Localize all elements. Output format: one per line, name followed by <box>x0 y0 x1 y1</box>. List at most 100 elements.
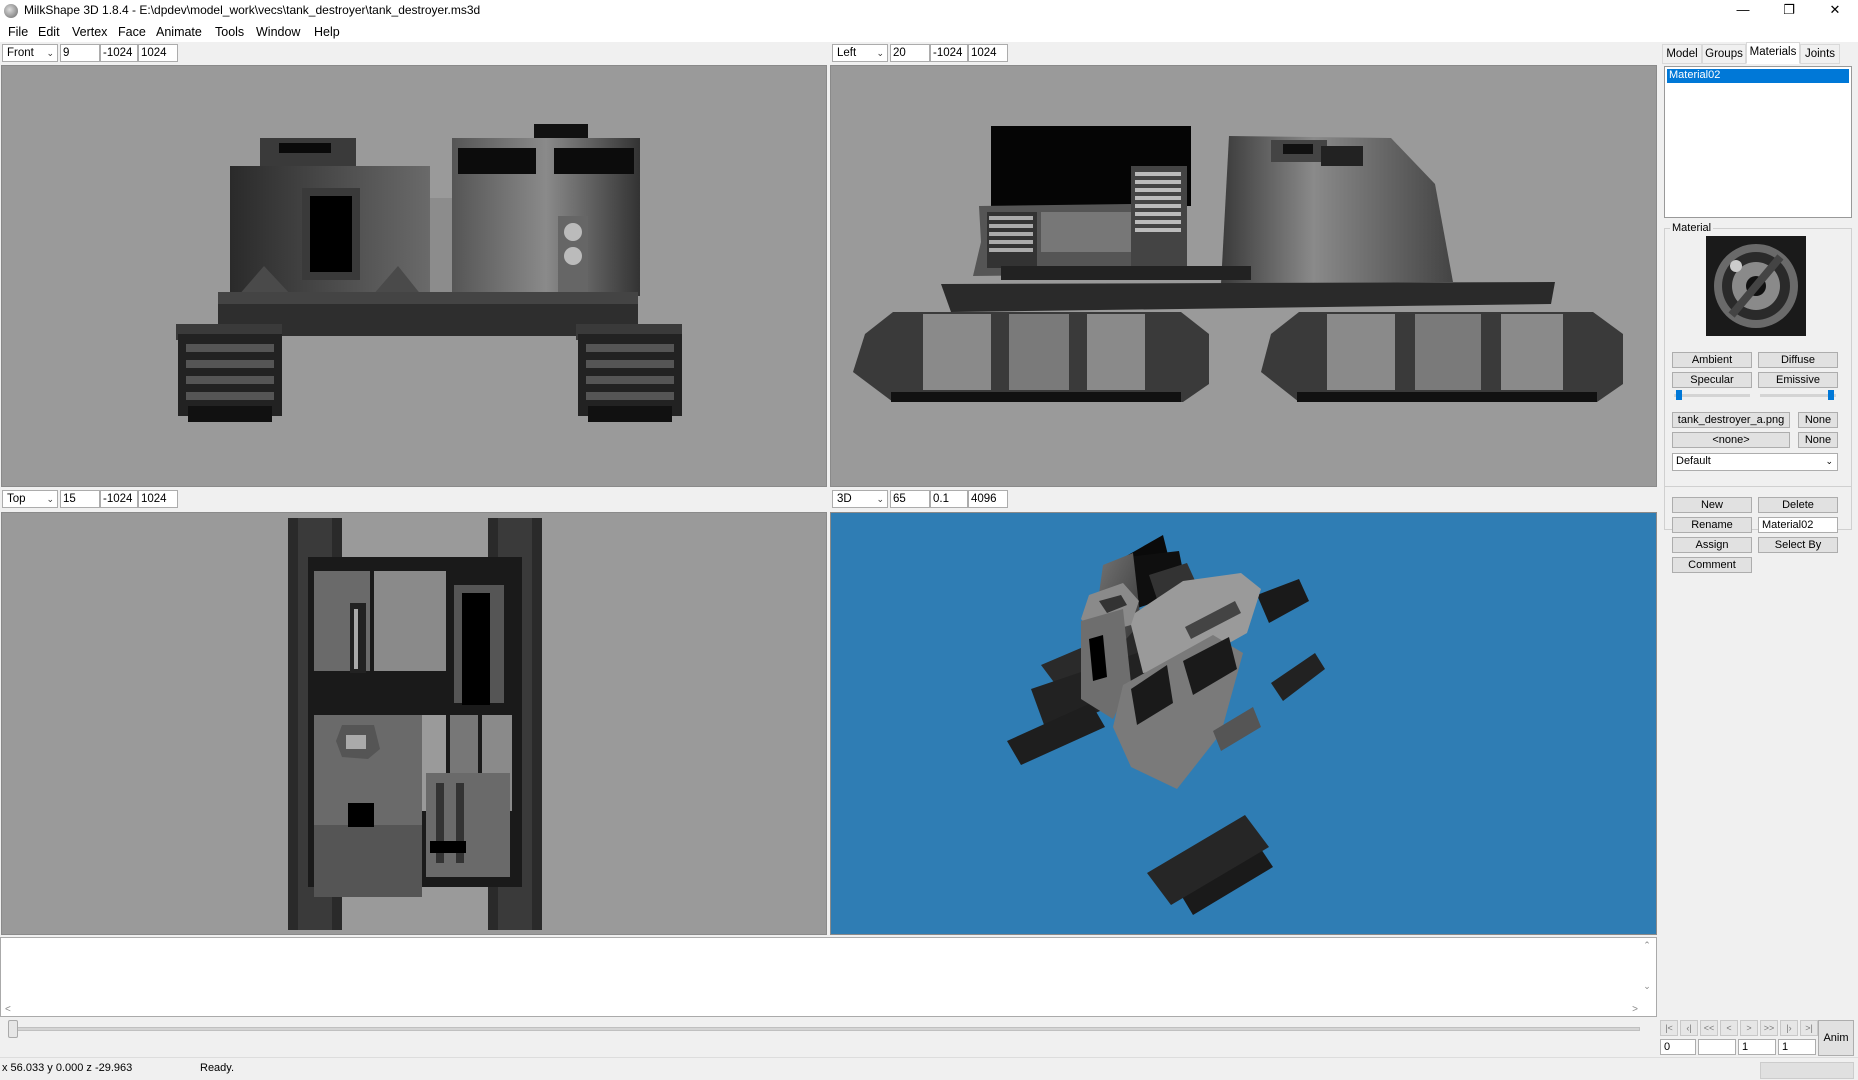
material-name-field[interactable]: Material02 <box>1758 517 1838 533</box>
front-view-value-3[interactable]: 1024 <box>138 44 178 62</box>
ambient-button[interactable]: Ambient <box>1672 352 1752 368</box>
tab-materials[interactable]: Materials <box>1746 42 1800 64</box>
materials-list[interactable]: Material02 <box>1664 66 1852 218</box>
right-panel: Model Groups Materials Joints Material02… <box>1660 42 1858 1057</box>
console-scrollbar[interactable]: ⌃ ⌄ <box>1640 940 1654 1014</box>
diffuse-button[interactable]: Diffuse <box>1758 352 1838 368</box>
anim-last-icon[interactable]: >| <box>1800 1020 1818 1036</box>
top-viewport[interactable] <box>1 512 827 935</box>
coordinates-readout: x 56.033 y 0.000 z -29.963 <box>2 1062 133 1074</box>
top-view-tank <box>288 518 542 930</box>
shininess-slider-handle[interactable] <box>1676 390 1682 400</box>
timeline-track[interactable] <box>10 1027 1640 1031</box>
title-bar: MilkShape 3D 1.8.4 - E:\dpdev\model_work… <box>0 0 1858 22</box>
menu-window[interactable]: Window <box>256 25 300 39</box>
material-group-label: Material <box>1670 222 1714 234</box>
comment-material-button[interactable]: Comment <box>1672 557 1752 573</box>
anim-next-key-icon[interactable]: |› <box>1780 1020 1798 1036</box>
assign-material-button[interactable]: Assign <box>1672 537 1752 553</box>
alphamap-none-button[interactable]: None <box>1798 432 1838 448</box>
top-view-value-3[interactable]: 1024 <box>138 490 178 508</box>
left-view-value-2[interactable]: -1024 <box>930 44 968 62</box>
rename-material-button[interactable]: Rename <box>1672 517 1752 533</box>
front-view-value-2[interactable]: -1024 <box>100 44 138 62</box>
timeline-slider-handle[interactable] <box>8 1020 18 1038</box>
top-view-value-1[interactable]: 15 <box>60 490 100 508</box>
persp-view-select[interactable]: 3D ⌄ <box>832 490 888 508</box>
top-viewport-header: Top ⌄ 15 -1024 1024 <box>0 489 828 510</box>
left-view-value-3[interactable]: 1024 <box>968 44 1008 62</box>
anim-frame-field[interactable]: 0 <box>1660 1039 1696 1055</box>
chevron-down-icon: ⌄ <box>876 48 884 58</box>
menu-tools[interactable]: Tools <box>215 25 244 39</box>
status-message: Ready. <box>200 1062 235 1074</box>
emissive-button[interactable]: Emissive <box>1758 372 1838 388</box>
menu-vertex[interactable]: Vertex <box>72 25 107 39</box>
tab-groups[interactable]: Groups <box>1702 44 1746 64</box>
chevron-down-icon: ⌄ <box>46 48 54 58</box>
persp-view-value-3[interactable]: 4096 <box>968 490 1008 508</box>
anim-end-field[interactable]: 1 <box>1778 1039 1816 1055</box>
anim-button[interactable]: Anim <box>1818 1020 1854 1056</box>
persp-view-tank <box>1007 535 1325 915</box>
top-view-select[interactable]: Top ⌄ <box>2 490 58 508</box>
left-viewport[interactable] <box>830 65 1657 487</box>
texture-none-button[interactable]: None <box>1798 412 1838 428</box>
chevron-down-icon: ⌄ <box>1825 456 1833 466</box>
chevron-down-icon: ⌄ <box>46 494 54 504</box>
front-viewport[interactable] <box>1 65 827 487</box>
console-output[interactable]: ⌃ ⌄ < > <box>0 937 1657 1017</box>
delete-material-button[interactable]: Delete <box>1758 497 1838 513</box>
anim-start-field[interactable]: 1 <box>1738 1039 1776 1055</box>
menu-file[interactable]: File <box>8 25 28 39</box>
alphamap-button[interactable]: <none> <box>1672 432 1790 448</box>
tab-joints[interactable]: Joints <box>1800 44 1840 64</box>
anim-field-2[interactable] <box>1698 1039 1736 1055</box>
transparency-slider-handle[interactable] <box>1828 390 1834 400</box>
front-view-value-1[interactable]: 9 <box>60 44 100 62</box>
timeline-bar <box>0 1017 1657 1057</box>
left-view-value-1[interactable]: 20 <box>890 44 930 62</box>
front-viewport-header: Front ⌄ 9 -1024 1024 <box>0 43 828 64</box>
window-title: MilkShape 3D 1.8.4 - E:\dpdev\model_work… <box>24 3 481 17</box>
left-view-select[interactable]: Left ⌄ <box>832 44 888 62</box>
persp-viewport[interactable] <box>830 512 1657 935</box>
top-view-value-2[interactable]: -1024 <box>100 490 138 508</box>
menu-face[interactable]: Face <box>118 25 146 39</box>
anim-first-icon[interactable]: |< <box>1660 1020 1678 1036</box>
texture-button[interactable]: tank_destroyer_a.png <box>1672 412 1790 428</box>
menu-bar: File Edit Vertex Face Animate Tools Wind… <box>0 22 1858 42</box>
left-view-tank <box>853 126 1623 402</box>
front-view-select[interactable]: Front ⌄ <box>2 44 58 62</box>
anim-step-forward-icon[interactable]: > <box>1740 1020 1758 1036</box>
persp-viewport-header: 3D ⌄ 65 0.1 4096 <box>830 489 1658 510</box>
anim-prev-key-icon[interactable]: ‹| <box>1680 1020 1698 1036</box>
scroll-right-icon[interactable]: > <box>1632 1004 1638 1015</box>
specular-button[interactable]: Specular <box>1672 372 1752 388</box>
minimize-button[interactable]: — <box>1720 0 1766 22</box>
shininess-slider[interactable] <box>1674 390 1750 400</box>
menu-edit[interactable]: Edit <box>38 25 60 39</box>
status-bar: x 56.033 y 0.000 z -29.963 Ready. <box>0 1057 1858 1080</box>
blend-mode-select[interactable]: Default ⌄ <box>1672 453 1838 471</box>
transparency-slider[interactable] <box>1760 390 1836 400</box>
panel-divider <box>1664 486 1852 488</box>
new-material-button[interactable]: New <box>1672 497 1752 513</box>
anim-fast-forward-icon[interactable]: >> <box>1760 1020 1778 1036</box>
maximize-button[interactable]: ❐ <box>1766 0 1812 22</box>
anim-step-back-icon[interactable]: < <box>1720 1020 1738 1036</box>
persp-view-value-1[interactable]: 65 <box>890 490 930 508</box>
status-progress-area <box>1760 1062 1854 1079</box>
scroll-left-icon[interactable]: < <box>5 1004 11 1015</box>
chevron-down-icon: ⌄ <box>876 494 884 504</box>
persp-view-value-2[interactable]: 0.1 <box>930 490 968 508</box>
anim-rewind-icon[interactable]: << <box>1700 1020 1718 1036</box>
tab-model[interactable]: Model <box>1662 44 1702 64</box>
close-button[interactable]: ✕ <box>1812 0 1858 22</box>
left-viewport-header: Left ⌄ 20 -1024 1024 <box>830 43 1658 64</box>
material-preview <box>1706 236 1806 336</box>
menu-help[interactable]: Help <box>314 25 340 39</box>
select-by-material-button[interactable]: Select By <box>1758 537 1838 553</box>
menu-animate[interactable]: Animate <box>156 25 202 39</box>
material-list-item[interactable]: Material02 <box>1667 69 1849 83</box>
